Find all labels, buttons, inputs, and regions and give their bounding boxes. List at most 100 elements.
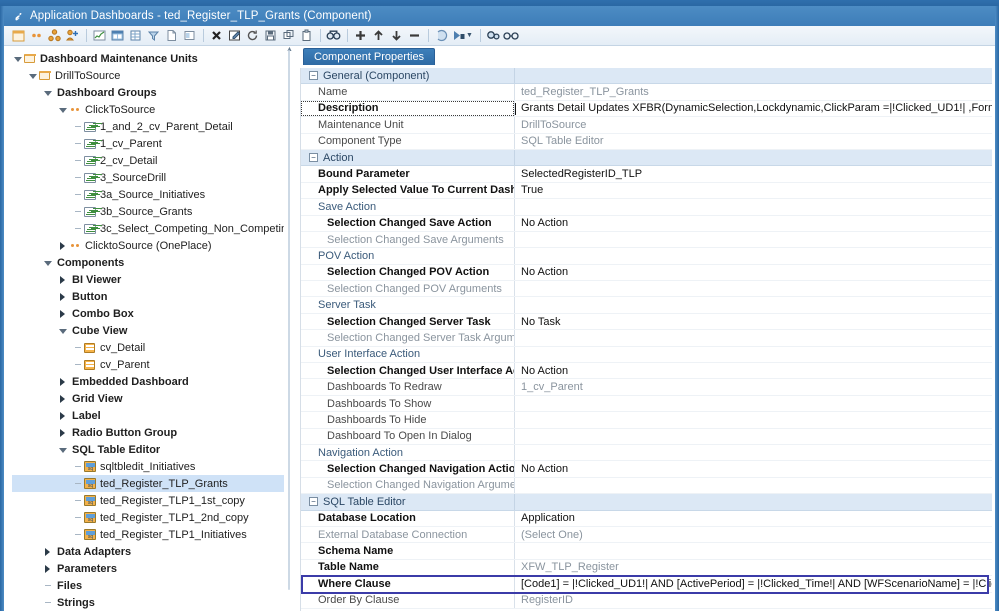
property-row[interactable]: Selection Changed Save Arguments (301, 231, 992, 249)
property-row[interactable]: Name ted_Register_TLP_Grants (301, 84, 992, 101)
property-row[interactable]: Selection Changed User Interface Action N… (301, 363, 992, 380)
property-value-cell[interactable] (515, 281, 992, 296)
property-row[interactable]: Selection Changed POV Action No Action (301, 264, 992, 282)
property-row[interactable]: Navigation Action (301, 444, 992, 462)
dashboard-icon[interactable] (109, 27, 126, 44)
property-row[interactable]: Server Task (301, 297, 992, 314)
property-row[interactable]: Schema Name (301, 543, 992, 560)
property-category-row[interactable]: − General (Component) (301, 68, 992, 85)
property-value-cell[interactable] (515, 150, 992, 165)
property-row[interactable]: Table Name XFW_TLP_Register (301, 559, 992, 577)
property-row[interactable]: Where Clause [Code1] = |!Clicked_UD1!| AN… (301, 576, 992, 593)
tree-item[interactable]: 3b_Source_Grants (12, 203, 284, 220)
tree-item[interactable]: DrillToSource (12, 67, 284, 84)
filter-icon[interactable] (145, 27, 162, 44)
property-row[interactable]: Component Type SQL Table Editor (301, 133, 992, 150)
dots-icon[interactable] (28, 27, 45, 44)
expander-open-icon[interactable] (27, 70, 38, 81)
property-value-cell[interactable]: No Task (515, 314, 992, 329)
property-value-cell[interactable] (515, 412, 992, 427)
property-row[interactable]: Bound Parameter SelectedRegisterID_TLP (301, 166, 992, 183)
expander-open-icon[interactable] (42, 87, 53, 98)
tree-item[interactable]: Grid View (12, 390, 284, 407)
tree-item-selected[interactable]: ted_Register_TLP_Grants (12, 475, 284, 492)
property-value-cell[interactable] (515, 478, 992, 493)
tree-item[interactable]: ted_Register_TLP1_1st_copy (12, 492, 284, 509)
tree-item[interactable]: cv_Detail (12, 339, 284, 356)
property-row[interactable]: Selection Changed Save Action No Action (301, 215, 992, 232)
spyglass-icon[interactable] (485, 27, 502, 44)
property-row[interactable]: Apply Selected Value To Current Dashboar… (301, 182, 992, 200)
property-value-cell[interactable]: DrillToSource (515, 117, 992, 132)
property-value-cell[interactable] (515, 543, 992, 558)
undo-icon[interactable] (433, 27, 450, 44)
new-dashboard-icon[interactable] (10, 27, 27, 44)
tree-item[interactable]: Embedded Dashboard (12, 373, 284, 390)
property-row[interactable]: Selection Changed POV Arguments (301, 281, 992, 298)
tree-item[interactable]: Strings (12, 594, 284, 611)
expander-closed-icon[interactable] (42, 546, 53, 557)
property-value-cell[interactable]: No Action (515, 461, 992, 476)
tree-item[interactable]: Dashboard Maintenance Units (12, 50, 284, 67)
tree-item[interactable]: Files (12, 577, 284, 594)
property-row[interactable]: Selection Changed Navigation Action No Ac… (301, 461, 992, 478)
property-category-row[interactable]: − SQL Table Editor (301, 494, 992, 511)
tree-item[interactable]: sqltbledit_Initiatives (12, 458, 284, 475)
tree-item[interactable]: 3_SourceDrill (12, 169, 284, 186)
property-value-cell[interactable]: True (515, 183, 992, 198)
property-value-cell[interactable]: (Select One) (515, 527, 992, 542)
property-row[interactable]: POV Action (301, 248, 992, 265)
property-value-cell[interactable]: Grants Detail Updates XFBR(DynamicSelect… (515, 101, 992, 116)
property-value-cell[interactable]: SQL Table Editor (515, 134, 992, 149)
move-up-icon[interactable] (370, 27, 387, 44)
expander-closed-icon[interactable] (57, 410, 68, 421)
property-row[interactable]: User Interface Action (301, 346, 992, 364)
tree-item[interactable]: ted_Register_TLP1_2nd_copy (12, 509, 284, 526)
property-value-cell[interactable]: 1_cv_Parent (515, 379, 992, 394)
tree-item[interactable]: 1_cv_Parent (12, 135, 284, 152)
binoculars-icon[interactable] (503, 27, 520, 44)
tree-item[interactable]: Dashboard Groups (12, 84, 284, 101)
tree-item[interactable]: 2_cv_Detail (12, 152, 284, 169)
property-row[interactable]: Dashboard To Open In Dialog (301, 428, 992, 445)
run-icon[interactable] (451, 27, 468, 44)
property-value-cell[interactable] (515, 248, 992, 263)
property-value-cell[interactable] (515, 347, 992, 362)
edit-icon[interactable] (226, 27, 243, 44)
expander-closed-icon[interactable] (42, 563, 53, 574)
paste-icon[interactable] (298, 27, 315, 44)
expander-open-icon[interactable] (42, 257, 53, 268)
property-row[interactable]: Save Action (301, 199, 992, 216)
property-category-row[interactable]: − Action (301, 149, 992, 167)
tree-item[interactable]: SQL Table Editor (12, 441, 284, 458)
property-value-cell[interactable] (515, 199, 992, 214)
property-row[interactable]: Dashboards To Show (301, 395, 992, 413)
tree-item[interactable]: BI Viewer (12, 271, 284, 288)
property-row[interactable]: Dashboards To Hide (301, 412, 992, 429)
expander-closed-icon[interactable] (57, 393, 68, 404)
property-value-cell[interactable] (515, 232, 992, 247)
tree-item[interactable]: ted_Register_TLP1_Initiatives (12, 526, 284, 543)
add-icon[interactable] (352, 27, 369, 44)
tree-item[interactable]: Parameters (12, 560, 284, 577)
expander-closed-icon[interactable] (57, 274, 68, 285)
chart-icon[interactable] (91, 27, 108, 44)
property-value-cell[interactable]: ted_Register_TLP_Grants (515, 84, 992, 99)
property-value-cell[interactable] (515, 330, 992, 345)
tree-item[interactable]: cv_Parent (12, 356, 284, 373)
pane-splitter[interactable]: ▲ (284, 46, 294, 611)
find-icon[interactable] (325, 27, 342, 44)
remove-icon[interactable] (406, 27, 423, 44)
property-row[interactable]: Selection Changed Server Task No Task (301, 313, 992, 331)
tree-item[interactable]: Button (12, 288, 284, 305)
tab-component-properties[interactable]: Component Properties (303, 48, 436, 65)
property-value-cell[interactable]: [Code1] = |!Clicked_UD1!| AND [ActivePer… (515, 576, 992, 591)
property-value-cell[interactable]: Application (515, 511, 992, 526)
expander-closed-icon[interactable] (57, 376, 68, 387)
property-row[interactable]: Selection Changed Server Task Arguments (301, 330, 992, 347)
property-value-cell[interactable]: No Action (515, 363, 992, 378)
property-row[interactable]: Database Location Application (301, 510, 992, 527)
tree-item[interactable]: Cube View (12, 322, 284, 339)
move-down-icon[interactable] (388, 27, 405, 44)
delete-icon[interactable] (208, 27, 225, 44)
